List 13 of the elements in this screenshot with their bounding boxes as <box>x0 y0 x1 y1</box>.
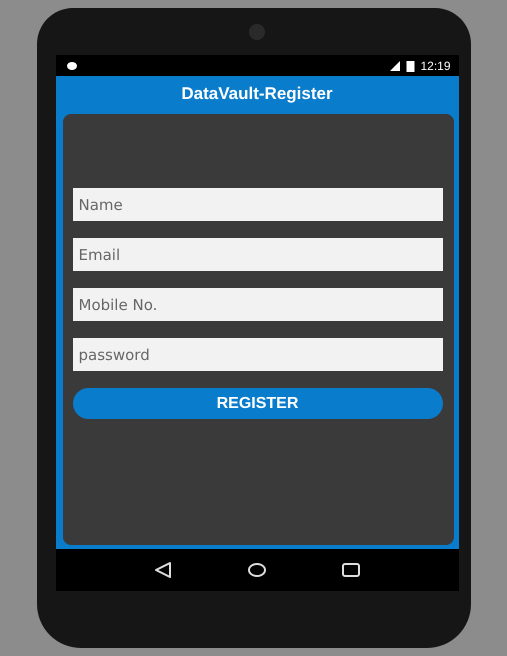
input-field[interactable]: Name <box>72 188 442 221</box>
home-icon[interactable] <box>246 562 267 578</box>
recents-icon[interactable] <box>341 562 362 578</box>
notification-icon <box>66 60 80 70</box>
input-field[interactable]: Mobile No. <box>72 288 442 321</box>
app-title: DataVault-Register <box>181 84 333 104</box>
status-time: 12:19 <box>420 58 450 72</box>
back-icon[interactable] <box>152 561 173 579</box>
battery-icon <box>406 60 416 72</box>
register-button[interactable]: REGISTER <box>72 388 442 419</box>
input-field[interactable]: password <box>72 338 442 371</box>
input-field[interactable]: Email <box>72 238 442 271</box>
signal-icon <box>389 60 402 72</box>
